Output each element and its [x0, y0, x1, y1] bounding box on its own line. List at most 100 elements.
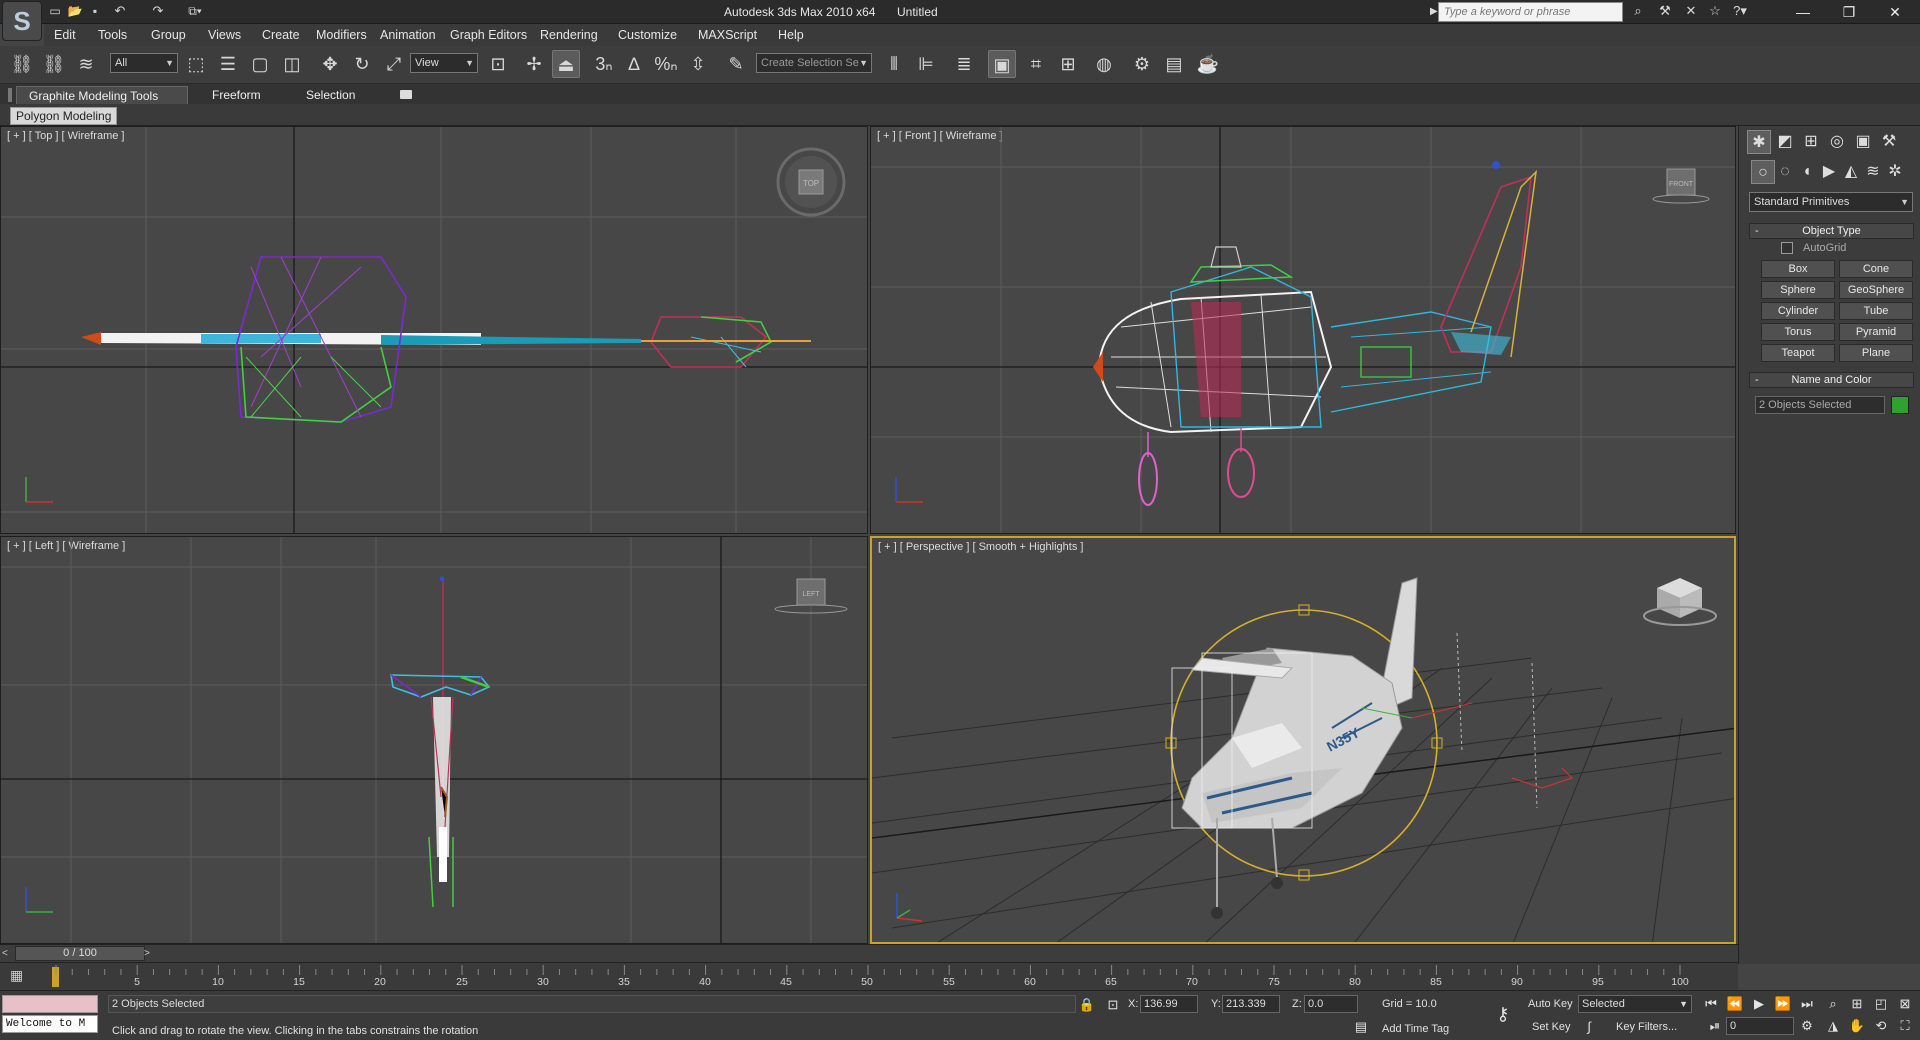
- search-input[interactable]: Type a keyword or phrase: [1438, 2, 1623, 22]
- menu-create[interactable]: Create: [256, 24, 306, 46]
- ribbon-minimize-icon[interactable]: [400, 90, 412, 99]
- favorites-star-icon[interactable]: ☆: [1704, 0, 1726, 22]
- selection-lock-icon[interactable]: 🔒: [1076, 994, 1098, 1016]
- menu-modifiers[interactable]: Modifiers: [310, 24, 373, 46]
- create-tab-icon[interactable]: ✱: [1747, 130, 1771, 154]
- motion-tab-icon[interactable]: ◎: [1825, 130, 1849, 154]
- teapot-button[interactable]: Teapot: [1761, 344, 1835, 362]
- viewport-front[interactable]: [ + ] [ Front ] [ Wireframe ] FRONT: [870, 126, 1736, 534]
- percent-snap-icon[interactable]: %ₙ: [652, 50, 680, 78]
- primitive-type-dropdown[interactable]: Standard Primitives ▼: [1749, 192, 1913, 212]
- tab-selection[interactable]: Selection: [294, 86, 367, 104]
- angle-snap-icon[interactable]: ∆: [620, 50, 648, 78]
- maxscript-listener-mini[interactable]: [2, 995, 98, 1013]
- minimize-icon[interactable]: —: [1780, 0, 1826, 24]
- app-logo-icon[interactable]: S: [2, 1, 42, 41]
- tube-button[interactable]: Tube: [1839, 302, 1913, 320]
- select-and-manipulate-icon[interactable]: ✢: [520, 50, 548, 78]
- autogrid-checkbox[interactable]: [1781, 242, 1793, 254]
- viewcube-left-label[interactable]: LEFT: [802, 591, 820, 598]
- name-and-color-rollout-header[interactable]: - Name and Color: [1749, 372, 1914, 388]
- communication-center-icon[interactable]: ✕: [1680, 0, 1702, 22]
- menu-help[interactable]: Help: [772, 24, 810, 46]
- menu-rendering[interactable]: Rendering: [534, 24, 604, 46]
- select-and-scale-icon[interactable]: ⤢: [380, 50, 408, 78]
- key-mode-dropdown[interactable]: Selected ▼: [1578, 995, 1692, 1013]
- align-icon[interactable]: ⊫: [912, 50, 940, 78]
- maxscript-listener-output[interactable]: Welcome to M: [2, 1015, 98, 1033]
- graphite-modeling-toggle-icon[interactable]: ▣: [988, 50, 1016, 78]
- key-filters-button[interactable]: Key Filters...: [1616, 1021, 1677, 1033]
- menu-customize[interactable]: Customize: [612, 24, 683, 46]
- cone-button[interactable]: Cone: [1839, 260, 1913, 278]
- object-type-rollout-header[interactable]: - Object Type: [1749, 223, 1914, 239]
- pan-view-icon[interactable]: ✋: [1846, 1015, 1868, 1037]
- next-frame-icon[interactable]: ⏩: [1772, 993, 1794, 1015]
- viewport-left[interactable]: [ + ] [ Left ] [ Wireframe ] LEFT: [0, 536, 868, 944]
- object-name-field[interactable]: 2 Objects Selected: [1755, 396, 1885, 414]
- menu-tools[interactable]: Tools: [92, 24, 133, 46]
- bind-space-warp-icon[interactable]: ≋: [72, 50, 100, 78]
- utilities-tab-icon[interactable]: ⚒: [1877, 130, 1901, 154]
- time-slider-next-icon[interactable]: >: [144, 946, 156, 961]
- open-file-icon[interactable]: 📂: [66, 0, 84, 22]
- undo-icon[interactable]: ↶: [108, 0, 132, 22]
- time-slider[interactable]: 0 / 100: [15, 946, 145, 961]
- select-object-icon[interactable]: ⬚: [182, 50, 210, 78]
- render-teapot-icon[interactable]: ☕: [1194, 50, 1222, 78]
- pivot-center-icon[interactable]: ⊡: [484, 50, 512, 78]
- rendered-frame-window-icon[interactable]: ▤: [1160, 50, 1188, 78]
- save-file-icon[interactable]: ▪: [86, 0, 104, 22]
- y-coordinate-field[interactable]: 213.339: [1222, 995, 1280, 1013]
- unlink-selection-icon[interactable]: ⛓: [40, 50, 68, 78]
- viewcube-top-label[interactable]: TOP: [803, 179, 819, 188]
- search-expand-icon[interactable]: ▶: [1430, 2, 1438, 22]
- polygon-modeling-panel[interactable]: Polygon Modeling: [10, 107, 118, 125]
- cylinder-button[interactable]: Cylinder: [1761, 302, 1835, 320]
- spinner-snap-icon[interactable]: ⇳: [684, 50, 712, 78]
- select-and-move-icon[interactable]: ✥: [316, 50, 344, 78]
- keyboard-shortcut-override-icon[interactable]: ⏏: [552, 50, 580, 78]
- close-icon[interactable]: ✕: [1872, 0, 1918, 24]
- viewport-perspective[interactable]: [ + ] [ Perspective ] [ Smooth + Highlig…: [870, 536, 1736, 944]
- menu-maxscript[interactable]: MAXScript: [692, 24, 763, 46]
- selection-filter-dropdown[interactable]: All ▼: [110, 53, 178, 73]
- key-icon[interactable]: ⚷: [1488, 1003, 1518, 1025]
- zoom-extents-all-icon[interactable]: ⊠: [1894, 993, 1916, 1015]
- snaps-toggle-icon[interactable]: 3ₙ: [590, 50, 618, 78]
- systems-category-icon[interactable]: ✲: [1883, 160, 1907, 184]
- default-tangents-icon[interactable]: ∫: [1578, 1016, 1600, 1038]
- zoom-extents-icon[interactable]: ◰: [1870, 993, 1892, 1015]
- time-slider-prev-icon[interactable]: <: [2, 946, 14, 961]
- zoom-icon[interactable]: ⌕: [1822, 993, 1844, 1015]
- z-coordinate-field[interactable]: 0.0: [1304, 995, 1358, 1013]
- hierarchy-tab-icon[interactable]: ⊞: [1799, 130, 1823, 154]
- object-color-swatch[interactable]: [1891, 396, 1909, 414]
- modify-tab-icon[interactable]: ◩: [1773, 130, 1797, 154]
- viewport-top[interactable]: [ + ] [ Top ] [ Wireframe ] TOP: [0, 126, 868, 534]
- play-icon[interactable]: ▶: [1748, 993, 1770, 1015]
- shapes-category-icon[interactable]: ◌: [1773, 160, 1797, 184]
- viewcube-front-label[interactable]: FRONT: [1669, 181, 1694, 188]
- torus-button[interactable]: Torus: [1761, 323, 1835, 341]
- field-of-view-icon[interactable]: ◮: [1822, 1015, 1844, 1037]
- curve-editor-icon[interactable]: ⌗: [1022, 50, 1050, 78]
- absolute-mode-transform-icon[interactable]: ⊡: [1102, 994, 1124, 1016]
- menu-animation[interactable]: Animation: [374, 24, 442, 46]
- orbit-icon[interactable]: ⟲: [1870, 1015, 1892, 1037]
- window-crossing-icon[interactable]: ◫: [278, 50, 306, 78]
- menu-views[interactable]: Views: [202, 24, 247, 46]
- project-folder-icon[interactable]: ⧉▾: [180, 0, 210, 22]
- material-editor-icon[interactable]: ◍: [1090, 50, 1118, 78]
- auto-key-button[interactable]: Auto Key: [1528, 998, 1573, 1010]
- space-warps-category-icon[interactable]: ≋: [1861, 160, 1885, 184]
- track-bar[interactable]: ▦ 5 10 15 20 25 30 35 40 45 50 55 60 65 …: [0, 962, 1738, 990]
- key-mode-toggle-icon[interactable]: ⏯: [1704, 1015, 1726, 1037]
- help-icon[interactable]: ?▾: [1726, 0, 1754, 22]
- named-selection-set-dropdown[interactable]: Create Selection Se ▼: [756, 53, 872, 73]
- lights-category-icon[interactable]: ◖: [1795, 160, 1819, 184]
- menu-graph-editors[interactable]: Graph Editors: [444, 24, 533, 46]
- schematic-view-icon[interactable]: ⊞: [1054, 50, 1082, 78]
- new-file-icon[interactable]: ▭: [46, 0, 64, 22]
- edit-named-selection-icon[interactable]: ✎: [722, 50, 750, 78]
